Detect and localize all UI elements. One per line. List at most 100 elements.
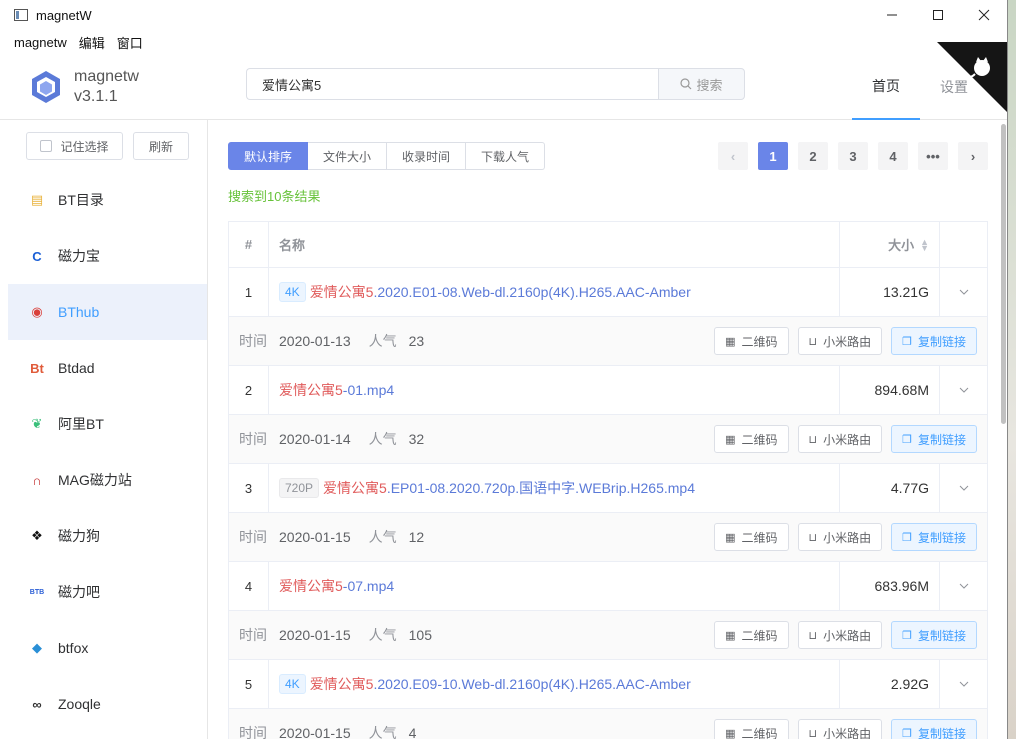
pagination: ‹ 1 2 3 4 ••• › bbox=[718, 142, 988, 170]
site-sidebar: 记住选择 刷新 ▤ BT目录 C 磁力宝 ◉ BThub Bt Btdad ❦ 阿里BT ∩ MAG磁… bbox=[8, 120, 208, 739]
github-corner-icon[interactable] bbox=[937, 42, 1007, 112]
refresh-button[interactable]: 刷新 bbox=[133, 132, 189, 160]
sidebar-item-btfox[interactable]: ◆ btfox bbox=[8, 620, 207, 676]
qr-code-button[interactable]: ▦ 二维码 bbox=[714, 719, 789, 739]
brand: magnetw v3.1.1 bbox=[74, 67, 139, 107]
row-name[interactable]: 爱情公寓5 -01.mp4 bbox=[269, 366, 840, 414]
qr-code-button[interactable]: ▦ 二维码 bbox=[714, 523, 789, 551]
site-list: ▤ BT目录 C 磁力宝 ◉ BThub Bt Btdad ❦ 阿里BT ∩ MAG磁力站 ❖ 磁力狗 BT… bbox=[8, 172, 207, 732]
copy-icon: ❐ bbox=[902, 335, 912, 348]
window-controls bbox=[869, 0, 1007, 30]
prev-page-button[interactable]: ‹ bbox=[718, 142, 748, 170]
popularity-value: 12 bbox=[408, 529, 425, 545]
mi-router-button[interactable]: ⊔ 小米路由 bbox=[797, 327, 883, 355]
sidebar-item--[interactable]: C 磁力宝 bbox=[8, 228, 207, 284]
remember-selection-checkbox[interactable]: 记住选择 bbox=[26, 132, 123, 160]
popularity-label: 人气 bbox=[368, 333, 397, 349]
header-size[interactable]: 大小 ▲ ▼ bbox=[840, 222, 940, 267]
row-name[interactable]: 4K 爱情公寓5.2020.E01-08.Web-dl.2160p(4K).H26… bbox=[269, 268, 840, 316]
mi-router-button[interactable]: ⊔ 小米路由 bbox=[797, 523, 883, 551]
more-pages-button[interactable]: ••• bbox=[918, 142, 948, 170]
mi-router-button[interactable]: ⊔ 小米路由 bbox=[797, 621, 883, 649]
menu-item-magnetw[interactable]: magnetw bbox=[14, 35, 67, 50]
time-label: 时间 bbox=[239, 627, 267, 643]
sidebar-item-bthub[interactable]: ◉ BThub bbox=[8, 284, 207, 340]
minimize-button[interactable] bbox=[869, 0, 915, 30]
close-button[interactable] bbox=[961, 0, 1007, 30]
chevron-down-icon bbox=[959, 583, 968, 589]
copy-link-label: 复制链接 bbox=[917, 334, 966, 349]
row-size: 894.68M bbox=[840, 366, 940, 414]
sidebar-item-zooqle[interactable]: ∞ Zooqle bbox=[8, 676, 207, 732]
sort-date-button[interactable]: 收录时间 bbox=[387, 142, 466, 170]
row-index: 5 bbox=[229, 660, 269, 708]
zooqle-icon: ∞ bbox=[32, 696, 42, 712]
expand-button[interactable] bbox=[940, 660, 987, 708]
qr-code-icon: ▦ bbox=[725, 335, 736, 348]
sidebar-item-label: BThub bbox=[58, 304, 100, 320]
sidebar-item--bt[interactable]: ❦ 阿里BT bbox=[8, 396, 207, 452]
sort-default-button[interactable]: 默认排序 bbox=[228, 142, 308, 170]
popularity-value: 23 bbox=[408, 333, 425, 349]
sidebar-item-btdad[interactable]: Bt Btdad bbox=[8, 340, 207, 396]
copy-link-button[interactable]: ❐ 复制链接 bbox=[891, 327, 977, 355]
next-page-button[interactable]: › bbox=[958, 142, 988, 170]
mi-router-button[interactable]: ⊔ 小米路由 bbox=[797, 719, 883, 739]
copy-link-label: 复制链接 bbox=[917, 530, 966, 545]
row-name[interactable]: 爱情公寓5 -07.mp4 bbox=[269, 562, 840, 610]
copy-link-button[interactable]: ❐ 复制链接 bbox=[891, 425, 977, 453]
menu-bar: magnetw 编辑 窗口 bbox=[0, 30, 1007, 54]
sidebar-item--[interactable]: BTB 磁力吧 bbox=[8, 564, 207, 620]
expand-button[interactable] bbox=[940, 562, 987, 610]
brand-version: v3.1.1 bbox=[74, 87, 118, 105]
main-scrollbar[interactable] bbox=[999, 120, 1007, 739]
page-4-button[interactable]: 4 bbox=[878, 142, 908, 170]
row-name-rest: .2020.E01-08.Web-dl.2160p(4K).H265.AAC-A… bbox=[373, 284, 691, 300]
row-name[interactable]: 720P 爱情公寓5 .EP01-08.2020.720p.国语中字.WEBrip.… bbox=[269, 464, 840, 512]
scroll-thumb[interactable] bbox=[1001, 124, 1006, 424]
copy-link-button[interactable]: ❐ 复制链接 bbox=[891, 523, 977, 551]
maximize-button[interactable] bbox=[915, 0, 961, 30]
copy-link-button[interactable]: ❐ 复制链接 bbox=[891, 719, 977, 739]
qr-code-button[interactable]: ▦ 二维码 bbox=[714, 621, 789, 649]
sort-popularity-button[interactable]: 下载人气 bbox=[466, 142, 545, 170]
window-title: magnetW bbox=[36, 7, 92, 23]
search-button[interactable]: 搜索 bbox=[658, 68, 745, 100]
table-row: 5 4K 爱情公寓5.2020.E09-10.Web-dl.2160p(4K).H… bbox=[229, 660, 987, 709]
table-row: 4 爱情公寓5 -07.mp4 683.96M bbox=[229, 562, 987, 611]
main-content: 默认排序 文件大小 收录时间 下载人气 ‹ 1 2 3 4 ••• › 搜索到1… bbox=[209, 120, 999, 739]
sidebar-item-label: 磁力狗 bbox=[58, 528, 100, 544]
row-name-highlight: 爱情公寓5 bbox=[309, 676, 374, 692]
search-input[interactable] bbox=[246, 68, 658, 100]
table-row-meta: 时间 2020-01-14 人气 32 ▦ 二维码 ⊔ 小米路由 ❐ 复制链接 bbox=[229, 415, 987, 464]
nav-item-home[interactable]: 首页 bbox=[852, 54, 920, 120]
search-bar: 搜索 bbox=[246, 68, 745, 100]
router-icon: ⊔ bbox=[808, 629, 818, 642]
mi-router-button[interactable]: ⊔ 小米路由 bbox=[797, 425, 883, 453]
checkbox-icon bbox=[40, 140, 53, 152]
page-3-button[interactable]: 3 bbox=[838, 142, 868, 170]
qr-code-button[interactable]: ▦ 二维码 bbox=[714, 425, 789, 453]
expand-button[interactable] bbox=[940, 464, 987, 512]
copy-link-button[interactable]: ❐ 复制链接 bbox=[891, 621, 977, 649]
menu-item-window[interactable]: 窗口 bbox=[117, 33, 143, 52]
sidebar-item-label: Zooqle bbox=[58, 696, 101, 712]
qr-code-button[interactable]: ▦ 二维码 bbox=[714, 327, 789, 355]
expand-button[interactable] bbox=[940, 268, 987, 316]
page-2-button[interactable]: 2 bbox=[798, 142, 828, 170]
time-label: 时间 bbox=[239, 529, 267, 545]
sidebar-item-mag-[interactable]: ∩ MAG磁力站 bbox=[8, 452, 207, 508]
sidebar-item--[interactable]: ❖ 磁力狗 bbox=[8, 508, 207, 564]
menu-item-edit[interactable]: 编辑 bbox=[79, 33, 105, 52]
meta-info: 时间 2020-01-15 人气 105 ▦ 二维码 ⊔ 小米路由 ❐ 复制链接 bbox=[229, 621, 987, 649]
page-1-button[interactable]: 1 bbox=[758, 142, 788, 170]
sidebar-item-bt-[interactable]: ▤ BT目录 bbox=[8, 172, 207, 228]
expand-button[interactable] bbox=[940, 366, 987, 414]
row-actions: ▦ 二维码 ⊔ 小米路由 ❐ 复制链接 bbox=[714, 327, 987, 355]
meta-info: 时间 2020-01-15 人气 4 ▦ 二维码 ⊔ 小米路由 ❐ 复制链接 bbox=[229, 719, 987, 739]
table-row: 3 720P 爱情公寓5 .EP01-08.2020.720p.国语中字.WEBri… bbox=[229, 464, 987, 513]
row-name[interactable]: 4K 爱情公寓5.2020.E09-10.Web-dl.2160p(4K).H26… bbox=[269, 660, 840, 708]
meta-info: 时间 2020-01-15 人气 12 ▦ 二维码 ⊔ 小米路由 ❐ 复制链接 bbox=[229, 523, 987, 551]
qr-code-label: 二维码 bbox=[741, 530, 778, 545]
sort-size-button[interactable]: 文件大小 bbox=[308, 142, 387, 170]
